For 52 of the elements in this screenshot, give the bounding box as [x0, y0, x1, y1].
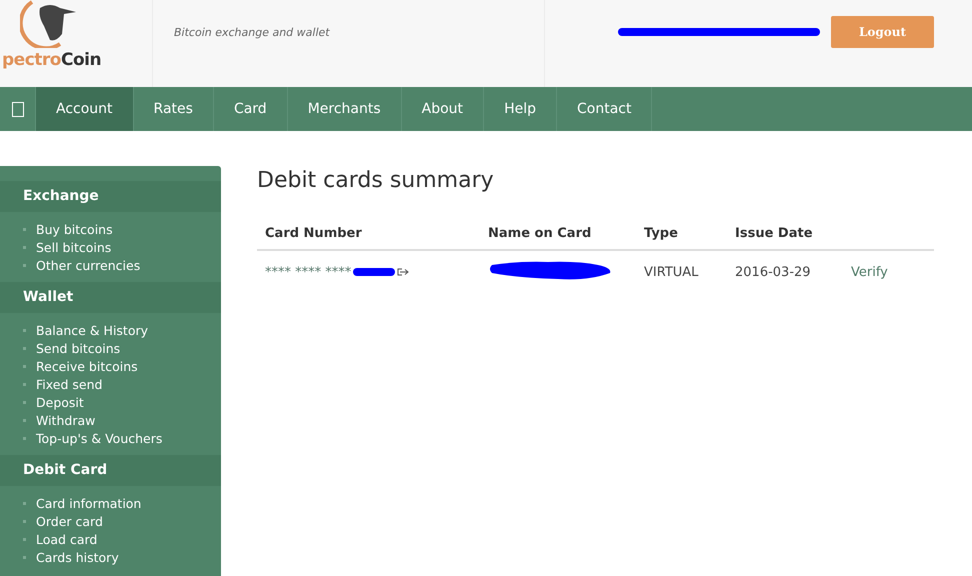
nav-tab[interactable]: Contact	[556, 87, 652, 131]
column-header: Type	[636, 218, 727, 250]
bullet-icon	[23, 400, 26, 404]
sidebar-heading: Exchange	[0, 181, 221, 212]
bullet-icon	[23, 520, 26, 522]
sidebar-heading: Wallet	[0, 282, 221, 313]
column-header: Name on Card	[480, 218, 636, 250]
sidebar-link[interactable]: Sell bitcoins	[36, 240, 112, 254]
bullet-icon	[23, 228, 26, 230]
nav-tab[interactable]: Merchants	[288, 87, 402, 131]
card-number: **** **** ****	[265, 264, 352, 280]
sidebar-link[interactable]: Buy bitcoins	[36, 222, 113, 236]
sidebar-link[interactable]: Top-up's & Vouchers	[36, 430, 162, 446]
square-icon	[12, 102, 24, 116]
nav-tab[interactable]: Account	[36, 87, 134, 131]
sidebar-link[interactable]: Order card	[36, 514, 103, 528]
nav-tab[interactable]: Rates	[134, 87, 214, 131]
bullet-icon	[23, 346, 26, 350]
sidebar-link[interactable]: Deposit	[36, 394, 84, 410]
column-header: Card Number	[257, 218, 480, 250]
nav-tab[interactable]: About	[402, 87, 484, 131]
bullet-icon	[23, 382, 26, 386]
sidebar-link[interactable]: Send bitcoins	[36, 340, 120, 356]
sidebar-heading: Debit Card	[0, 455, 221, 486]
bullet-icon	[23, 538, 26, 540]
table-cell: VIRTUAL	[636, 250, 727, 293]
bullet-icon	[23, 502, 26, 504]
bullet-icon	[23, 328, 26, 332]
tagline: Bitcoin exchange and wallet	[174, 26, 330, 39]
nav-tab[interactable]: Help	[484, 87, 557, 131]
bullet-icon	[23, 246, 26, 248]
bullet-icon	[23, 418, 26, 422]
sidebar-link[interactable]: Cards history	[36, 550, 119, 564]
bullet-icon	[23, 364, 26, 368]
sidebar-link[interactable]: Withdraw	[36, 412, 96, 428]
page-title: Debit cards summary	[257, 167, 495, 195]
bullet-icon	[23, 264, 26, 266]
bullet-icon	[23, 436, 26, 440]
sidebar-link[interactable]: Receive bitcoins	[36, 358, 138, 374]
nav-tab[interactable]: Card	[214, 87, 288, 131]
export-icon	[397, 268, 410, 276]
sidebar-link[interactable]: Card information	[36, 496, 142, 510]
sidebar-link[interactable]: Fixed send	[36, 376, 102, 392]
table-cell: 2016-03-29	[727, 250, 843, 293]
column-header: Issue Date	[727, 218, 843, 250]
logout-button[interactable]: Logout	[831, 16, 934, 48]
sidebar-link[interactable]: Other currencies	[36, 258, 140, 272]
bullet-icon	[23, 556, 26, 558]
sidebar-link[interactable]: Load card	[36, 532, 98, 546]
logo-text: pectroCoin	[2, 50, 102, 70]
sidebar-link[interactable]: Balance & History	[36, 322, 148, 338]
verify-link[interactable]: Verify	[851, 264, 888, 280]
